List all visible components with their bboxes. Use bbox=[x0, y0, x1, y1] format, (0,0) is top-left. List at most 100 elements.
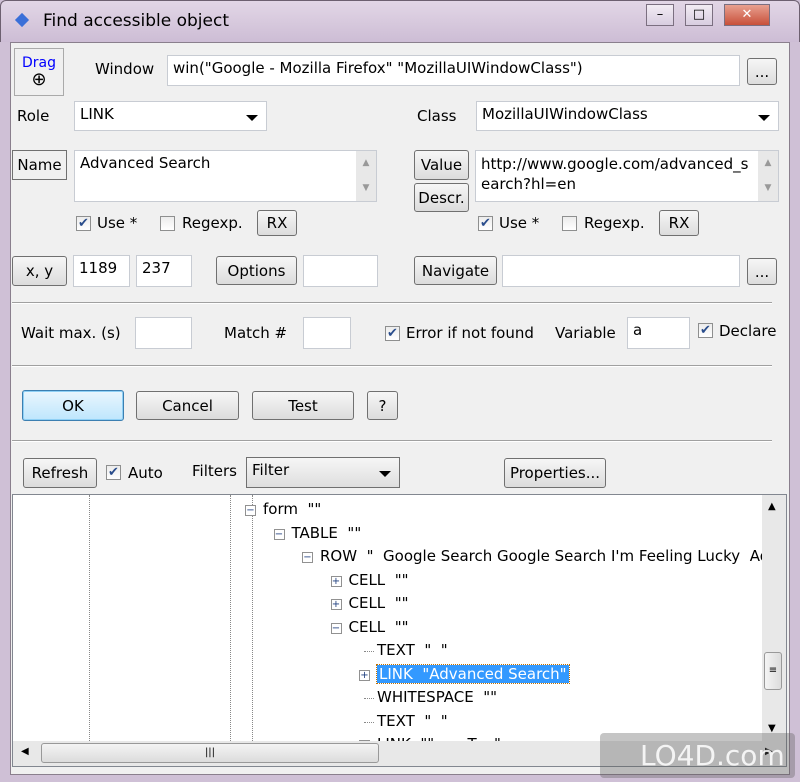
use-right-label: Use * bbox=[499, 214, 540, 232]
help-button[interactable]: ? bbox=[367, 391, 398, 420]
expand-icon[interactable]: + bbox=[330, 599, 342, 610]
wait-label: Wait max. (s) bbox=[21, 324, 121, 342]
collapse-icon[interactable]: − bbox=[245, 505, 256, 516]
name-button[interactable]: Name bbox=[12, 150, 67, 180]
tree-guide-line bbox=[89, 495, 90, 741]
descr-button[interactable]: Descr. bbox=[414, 183, 469, 212]
tree-node[interactable]: CELL "" bbox=[349, 570, 409, 591]
expand-icon[interactable]: + bbox=[330, 575, 342, 587]
auto-checkbox[interactable]: ✔ bbox=[106, 465, 121, 480]
tree-node[interactable]: TEXT " " bbox=[377, 711, 448, 732]
scroll-left-arrow[interactable]: ◀ bbox=[21, 746, 29, 757]
y-field[interactable]: 237 bbox=[136, 255, 192, 287]
separator bbox=[12, 302, 772, 304]
collapse-icon[interactable]: − bbox=[302, 552, 313, 563]
auto-label: Auto bbox=[128, 464, 163, 482]
tree-node-label: CELL "" bbox=[348, 594, 409, 612]
refresh-button[interactable]: Refresh bbox=[23, 458, 97, 488]
tree-node[interactable]: TEXT " " bbox=[377, 640, 448, 661]
value-button[interactable]: Value bbox=[414, 150, 469, 180]
name-value: Advanced Search bbox=[80, 154, 211, 172]
variable-label: Variable bbox=[555, 324, 616, 342]
value-scrollbar[interactable]: ▲ ▼ bbox=[758, 151, 778, 201]
filter-combo[interactable]: Filter bbox=[246, 457, 400, 488]
tree-node-label: LINK "Advanced Search" bbox=[376, 663, 570, 684]
drag-target-button[interactable]: Drag ⊕ bbox=[14, 48, 64, 96]
error-checkbox[interactable]: ✔ bbox=[385, 326, 400, 341]
ok-button[interactable]: OK bbox=[22, 390, 124, 421]
scroll-thumb[interactable]: ≡ bbox=[764, 652, 782, 690]
xy-button[interactable]: x, y bbox=[12, 256, 67, 286]
tree-node[interactable]: TABLE "" bbox=[292, 523, 362, 544]
match-field[interactable] bbox=[303, 317, 351, 349]
error-label: Error if not found bbox=[406, 324, 534, 342]
separator bbox=[12, 365, 772, 367]
tree-node[interactable]: WHITESPACE "" bbox=[377, 687, 497, 708]
close-button[interactable]: ✕ bbox=[724, 4, 770, 26]
regexp-left-checkbox[interactable] bbox=[160, 216, 175, 231]
use-left-checkbox[interactable]: ✔ bbox=[76, 216, 91, 231]
crosshair-icon: ⊕ bbox=[31, 69, 47, 90]
expand-icon[interactable]: + bbox=[359, 669, 370, 681]
window-browse-button[interactable]: ... bbox=[747, 58, 777, 85]
regexp-left-label: Regexp. bbox=[182, 214, 243, 232]
rx-right-button[interactable]: RX bbox=[659, 210, 699, 236]
tree-node[interactable]: CELL "" bbox=[349, 593, 409, 614]
options-button[interactable]: Options bbox=[216, 256, 297, 285]
rx-left-button[interactable]: RX bbox=[257, 210, 297, 236]
tree-guide-line bbox=[230, 495, 231, 741]
wait-field[interactable] bbox=[135, 317, 192, 349]
collapse-icon[interactable]: − bbox=[273, 528, 285, 540]
scroll-up-arrow[interactable]: ▲ bbox=[768, 501, 776, 512]
class-combo[interactable]: MozillaUIWindowClass bbox=[476, 101, 779, 131]
regexp-right-label: Regexp. bbox=[584, 214, 645, 232]
window-label: Window bbox=[95, 60, 155, 78]
use-left-label: Use * bbox=[97, 214, 138, 232]
name-scrollbar[interactable]: ▲ ▼ bbox=[356, 151, 376, 201]
role-value: LINK bbox=[80, 105, 114, 123]
properties-button[interactable]: Properties... bbox=[504, 458, 606, 488]
hscroll-thumb[interactable]: ||| bbox=[41, 743, 379, 763]
accessible-object-tree[interactable]: − form "" − TABLE "" − ROW " Google Search Go… bbox=[12, 494, 787, 767]
tree-node[interactable]: form "" bbox=[263, 499, 321, 520]
class-label: Class bbox=[417, 107, 457, 125]
tree-node[interactable]: CELL "" bbox=[349, 617, 409, 638]
class-value: MozillaUIWindowClass bbox=[482, 105, 648, 123]
tree-node[interactable]: LINK "Advanced Search" bbox=[376, 663, 570, 685]
tree-connector bbox=[364, 698, 374, 699]
tree-node-label: CELL "" bbox=[348, 617, 409, 636]
options-field[interactable] bbox=[303, 255, 378, 287]
filters-label: Filters bbox=[192, 462, 237, 480]
filter-value: Filter bbox=[252, 461, 290, 479]
regexp-right-checkbox[interactable] bbox=[562, 216, 577, 231]
test-button[interactable]: Test bbox=[252, 391, 354, 420]
tree-node-label: CELL "" bbox=[348, 570, 409, 589]
value-field[interactable]: http://www.google.com/advanced_search?hl… bbox=[475, 150, 779, 202]
window-field[interactable]: win("Google - Mozilla Firefox" "MozillaU… bbox=[167, 55, 740, 86]
maximize-button[interactable]: □ bbox=[685, 4, 713, 26]
minimize-button[interactable]: – bbox=[646, 4, 674, 26]
watermark-logo: LO4D.com bbox=[600, 733, 795, 778]
tree-node-label: TABLE "" bbox=[291, 523, 362, 542]
declare-label: Declare bbox=[719, 322, 777, 340]
separator bbox=[12, 440, 772, 442]
navigate-browse-button[interactable]: ... bbox=[747, 258, 777, 285]
navigate-field[interactable] bbox=[502, 255, 740, 287]
vertical-scrollbar[interactable]: ▲ ≡ ▼ bbox=[762, 495, 786, 741]
variable-field[interactable]: a bbox=[627, 317, 690, 349]
title-bar: Find accessible object – □ ✕ bbox=[0, 0, 800, 42]
cancel-button[interactable]: Cancel bbox=[136, 391, 239, 420]
tree-node[interactable]: ROW " Google Search Google Search I'm Fe… bbox=[320, 546, 769, 567]
x-field[interactable]: 1189 bbox=[73, 255, 130, 287]
navigate-button[interactable]: Navigate bbox=[414, 256, 497, 285]
value-value: http://www.google.com/advanced_search?hl… bbox=[481, 155, 749, 193]
name-field[interactable]: Advanced Search ▲ ▼ bbox=[74, 150, 377, 202]
declare-checkbox[interactable]: ✔ bbox=[698, 323, 713, 338]
use-right-checkbox[interactable]: ✔ bbox=[478, 216, 493, 231]
match-label: Match # bbox=[224, 324, 288, 342]
window-title: Find accessible object bbox=[43, 11, 230, 31]
role-combo[interactable]: LINK bbox=[74, 101, 267, 131]
tree-connector bbox=[364, 721, 374, 723]
tree-connector bbox=[364, 651, 374, 652]
collapse-icon[interactable]: − bbox=[330, 622, 342, 634]
